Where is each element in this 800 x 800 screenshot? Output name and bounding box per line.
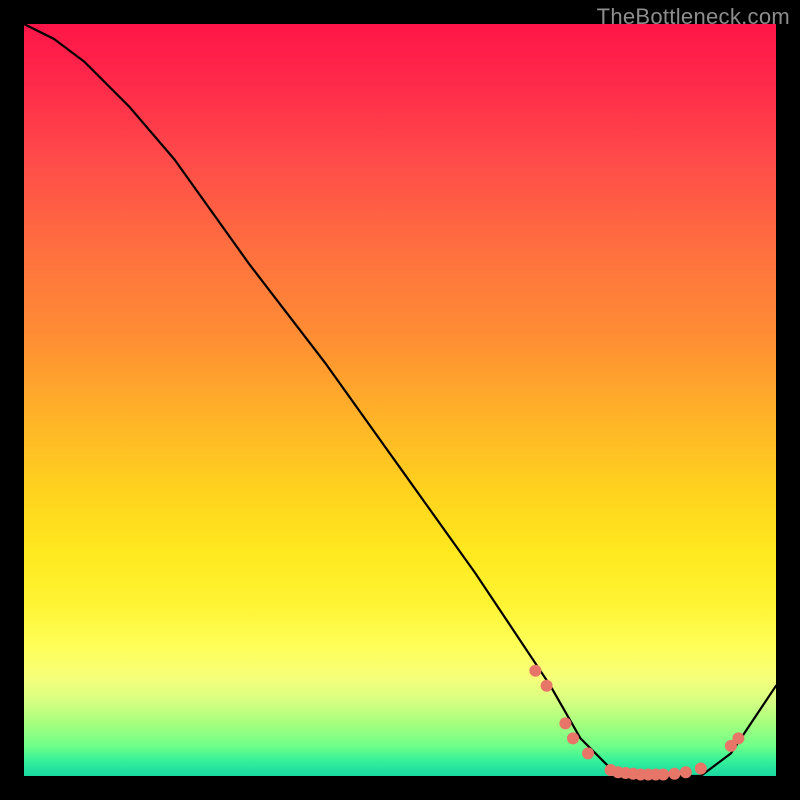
marker-dot — [695, 763, 707, 775]
marker-dot — [541, 680, 553, 692]
marker-dot — [559, 717, 571, 729]
marker-dot — [657, 769, 669, 781]
watermark-text: TheBottleneck.com — [597, 4, 790, 30]
marker-dot — [582, 747, 594, 759]
plot-area — [24, 24, 776, 776]
marker-dot — [680, 766, 692, 778]
marker-group — [529, 665, 744, 781]
chart-frame: TheBottleneck.com — [0, 0, 800, 800]
marker-dot — [669, 768, 681, 780]
marker-dot — [732, 732, 744, 744]
curve-svg — [24, 24, 776, 776]
curve-path — [24, 24, 776, 776]
marker-dot — [529, 665, 541, 677]
marker-dot — [567, 732, 579, 744]
